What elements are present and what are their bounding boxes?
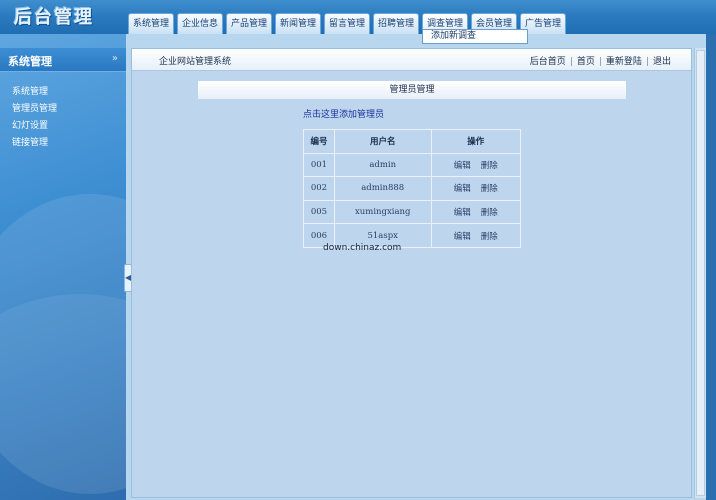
table-header-row: 编号 用户名 操作 xyxy=(303,129,522,154)
header-username: 用户名 xyxy=(333,129,432,154)
cell-username: xumingxiang xyxy=(333,199,432,225)
nav-tab-products[interactable]: 产品管理 xyxy=(226,13,272,34)
nav-tab-recruitment[interactable]: 招聘管理 xyxy=(373,13,419,34)
sidebar: 系统管理 » 系统管理 管理员管理 幻灯设置 链接管理 xyxy=(0,34,126,500)
edit-link[interactable]: 编辑 xyxy=(454,161,471,171)
cell-id: 002 xyxy=(303,176,335,201)
top-header: 后台管理 系统管理 企业信息 产品管理 新闻管理 留言管理 招聘管理 调查管理 … xyxy=(0,0,716,34)
table-row: 005 xumingxiang 编辑 删除 xyxy=(303,199,522,225)
admin-table: 编号 用户名 操作 001 admin 编辑 删除 002 admin888 编辑… xyxy=(303,129,522,248)
delete-link[interactable]: 删除 xyxy=(481,161,498,171)
delete-link[interactable]: 删除 xyxy=(481,184,498,194)
nav-tab-messages[interactable]: 留言管理 xyxy=(324,13,370,34)
cell-actions: 编辑 删除 xyxy=(430,152,522,178)
watermark-text: down.chinaz.com xyxy=(323,243,402,253)
site-title: 企业网站管理系统 xyxy=(159,57,232,67)
vertical-scrollbar[interactable] xyxy=(694,48,706,498)
app-logo: 后台管理 xyxy=(14,7,94,28)
link-admin-home[interactable]: 后台首页 xyxy=(530,57,566,67)
sidebar-item-links[interactable]: 链接管理 xyxy=(0,135,126,152)
table-row: 001 admin 编辑 删除 xyxy=(303,152,522,178)
link-separator: | xyxy=(569,57,573,67)
edit-link[interactable]: 编辑 xyxy=(454,208,471,218)
right-edge-border xyxy=(706,34,716,500)
sidebar-item-admins[interactable]: 管理员管理 xyxy=(0,101,126,118)
delete-link[interactable]: 删除 xyxy=(481,208,498,218)
sidebar-header: 系统管理 » xyxy=(0,48,126,72)
add-admin-link[interactable]: 点击这里添加管理员 xyxy=(303,107,384,120)
nav-tab-news[interactable]: 新闻管理 xyxy=(275,13,321,34)
header-id: 编号 xyxy=(303,129,335,154)
dropdown-add-survey[interactable]: 添加新调查 xyxy=(422,29,528,44)
link-relogin[interactable]: 重新登陆 xyxy=(606,57,642,67)
cell-actions: 编辑 删除 xyxy=(430,176,522,201)
main-panel: 企业网站管理系统 后台首页 | 首页 | 重新登陆 | 退出 管理员管理 点击这里添加管理员… xyxy=(131,48,692,498)
sidebar-title: 系统管理 xyxy=(8,55,52,68)
cell-id: 005 xyxy=(303,199,335,225)
cell-username: admin xyxy=(333,152,432,178)
delete-link[interactable]: 删除 xyxy=(481,232,498,242)
sidebar-item-system[interactable]: 系统管理 xyxy=(0,84,126,101)
sidebar-item-slides[interactable]: 幻灯设置 xyxy=(0,118,126,135)
scrollbar-thumb[interactable] xyxy=(696,50,705,496)
table-row: 002 admin888 编辑 删除 xyxy=(303,176,522,201)
header-actions: 操作 xyxy=(430,129,522,154)
cell-actions: 编辑 删除 xyxy=(430,223,522,248)
main-topbar: 企业网站管理系统 后台首页 | 首页 | 重新登陆 | 退出 xyxy=(132,49,691,71)
edit-link[interactable]: 编辑 xyxy=(454,232,471,242)
link-logout[interactable]: 退出 xyxy=(653,57,671,67)
collapse-chevron-icon[interactable]: » xyxy=(112,53,118,64)
link-separator: | xyxy=(598,57,602,67)
nav-tab-system[interactable]: 系统管理 xyxy=(128,13,174,34)
link-home[interactable]: 首页 xyxy=(577,57,595,67)
cell-actions: 编辑 删除 xyxy=(430,199,522,225)
link-separator: | xyxy=(645,57,649,67)
section-title: 管理员管理 xyxy=(198,81,626,99)
cell-username: admin888 xyxy=(333,176,432,201)
cell-id: 001 xyxy=(303,152,335,178)
nav-tab-company[interactable]: 企业信息 xyxy=(177,13,223,34)
edit-link[interactable]: 编辑 xyxy=(454,184,471,194)
sidebar-menu: 系统管理 管理员管理 幻灯设置 链接管理 xyxy=(0,84,126,152)
top-links: 后台首页 | 首页 | 重新登陆 | 退出 xyxy=(530,54,671,67)
